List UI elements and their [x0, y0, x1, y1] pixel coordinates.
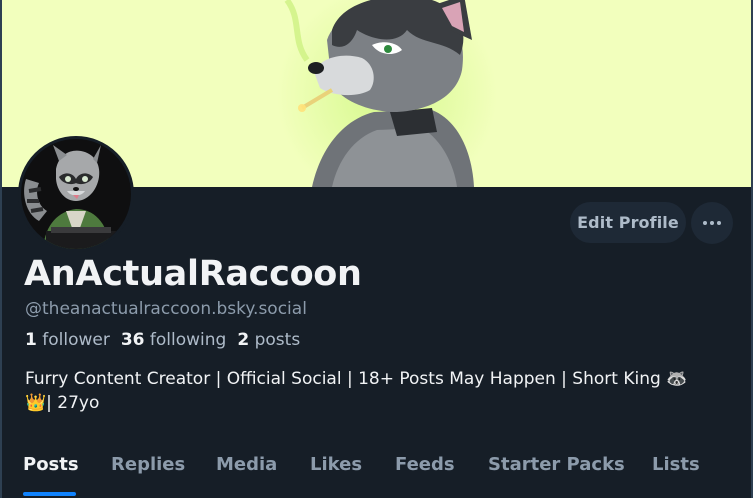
followers-count: 1	[25, 330, 37, 350]
tab-starter-packs[interactable]: Starter Packs	[488, 454, 625, 475]
tab-lists[interactable]: Lists	[652, 454, 700, 475]
more-options-button[interactable]	[691, 202, 733, 244]
tab-feeds[interactable]: Feeds	[395, 454, 455, 475]
profile-display-name: AnActualRaccoon	[24, 254, 362, 294]
posts-label: posts	[254, 330, 301, 350]
ellipsis-icon	[703, 221, 721, 225]
tab-replies[interactable]: Replies	[111, 454, 185, 475]
posts-count: 2	[237, 330, 250, 350]
avatar-raccoon-illustration	[21, 139, 131, 249]
profile-page: Edit Profile AnActualRaccoon @theanactua…	[0, 0, 753, 498]
following-label: following	[149, 330, 227, 350]
tab-posts[interactable]: Posts	[23, 454, 79, 475]
profile-avatar[interactable]	[18, 136, 134, 252]
followers-stat[interactable]: 1 follower	[25, 330, 110, 350]
posts-stat: 2 posts	[237, 330, 300, 350]
following-stat[interactable]: 36 following	[121, 330, 227, 350]
followers-label: follower	[42, 330, 110, 350]
profile-tabs: Posts Replies Media Likes Feeds Starter …	[2, 440, 751, 498]
profile-stats: 1 follower 36 following 2 posts	[25, 330, 311, 350]
bio-line-2: 👑| 27yo	[25, 393, 100, 413]
profile-handle: @theanactualraccoon.bsky.social	[25, 299, 307, 319]
profile-bio: Furry Content Creator | Official Social …	[25, 367, 725, 415]
following-count: 36	[120, 330, 145, 350]
tab-media[interactable]: Media	[216, 454, 277, 475]
tab-likes[interactable]: Likes	[310, 454, 362, 475]
active-tab-indicator	[23, 492, 76, 496]
edit-profile-button[interactable]: Edit Profile	[570, 202, 686, 243]
bio-line-1: Furry Content Creator | Official Social …	[25, 369, 688, 389]
